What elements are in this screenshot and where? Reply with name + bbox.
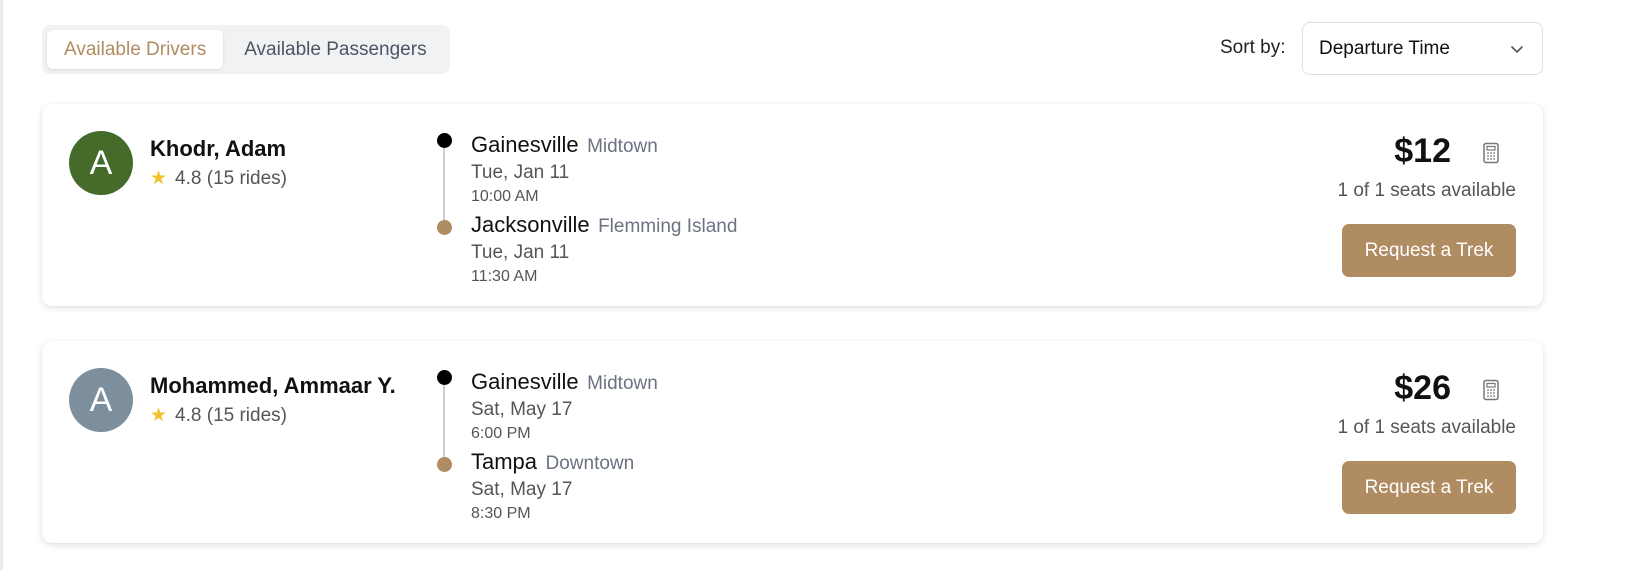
destination-stop: Jacksonville Flemming Island Tue, Jan 11…: [471, 212, 737, 286]
price: $12: [1394, 132, 1451, 170]
destination-dot: [437, 220, 452, 235]
origin-city: Gainesville: [471, 369, 579, 394]
sort-select[interactable]: Departure Time: [1302, 22, 1543, 75]
destination-city: Tampa: [471, 449, 538, 474]
star-icon: ★: [150, 168, 168, 189]
destination-date: Sat, May 17: [471, 479, 573, 500]
tab-available-drivers[interactable]: Available Drivers: [47, 30, 224, 69]
rating-text: 4.8 (15 rides): [175, 167, 287, 189]
calculator-icon[interactable]: [1481, 379, 1501, 401]
origin-time: 6:00 PM: [471, 425, 531, 442]
rides-page: Available Drivers Available Passengers S…: [0, 0, 1626, 570]
ride-type-tabs: Available Drivers Available Passengers: [42, 25, 450, 74]
route-line: [443, 379, 445, 465]
origin-date: Sat, May 17: [471, 399, 573, 420]
origin-dot: [437, 370, 452, 385]
origin-date: Tue, Jan 11: [471, 162, 570, 183]
route: Gainesville Midtown Tue, Jan 11 10:00 AM…: [437, 132, 857, 292]
driver-name: Mohammed, Ammaar Y.: [150, 373, 396, 398]
origin-stop: Gainesville Midtown Tue, Jan 11 10:00 AM: [471, 132, 658, 206]
avatar: A: [69, 131, 133, 195]
origin-city: Gainesville: [471, 132, 579, 157]
request-trek-button[interactable]: Request a Trek: [1342, 224, 1516, 277]
driver-card: A Mohammed, Ammaar Y. ★ 4.8 (15 rides) G…: [42, 341, 1543, 543]
route: Gainesville Midtown Sat, May 17 6:00 PM …: [437, 369, 857, 529]
destination-city: Jacksonville: [471, 212, 590, 237]
price: $26: [1394, 369, 1451, 407]
sort-selected-value: Departure Time: [1319, 37, 1450, 59]
origin-area: Midtown: [587, 136, 658, 157]
destination-date: Tue, Jan 11: [471, 242, 570, 263]
driver-rating: ★ 4.8 (15 rides): [150, 167, 287, 190]
left-divider: [0, 0, 3, 570]
destination-stop: Tampa Downtown Sat, May 17 8:30 PM: [471, 449, 634, 523]
destination-time: 8:30 PM: [471, 505, 531, 522]
destination-area: Flemming Island: [598, 216, 738, 237]
origin-time: 10:00 AM: [471, 188, 539, 205]
chevron-down-icon: [1511, 45, 1523, 53]
destination-dot: [437, 457, 452, 472]
rating-text: 4.8 (15 rides): [175, 404, 287, 426]
tab-available-passengers[interactable]: Available Passengers: [227, 30, 443, 69]
origin-area: Midtown: [587, 373, 658, 394]
origin-dot: [437, 133, 452, 148]
driver-rating: ★ 4.8 (15 rides): [150, 404, 287, 427]
driver-card: A Khodr, Adam ★ 4.8 (15 rides) Gainesvil…: [42, 104, 1543, 306]
star-icon: ★: [150, 405, 168, 426]
seats-available: 1 of 1 seats available: [1337, 417, 1516, 438]
destination-area: Downtown: [545, 453, 635, 474]
avatar: A: [69, 368, 133, 432]
origin-stop: Gainesville Midtown Sat, May 17 6:00 PM: [471, 369, 658, 443]
route-line: [443, 142, 445, 228]
driver-name: Khodr, Adam: [150, 136, 287, 161]
destination-time: 11:30 AM: [471, 268, 538, 285]
seats-available: 1 of 1 seats available: [1337, 180, 1516, 201]
sort-label: Sort by:: [1220, 37, 1286, 58]
request-trek-button[interactable]: Request a Trek: [1342, 461, 1516, 514]
calculator-icon[interactable]: [1481, 142, 1501, 164]
